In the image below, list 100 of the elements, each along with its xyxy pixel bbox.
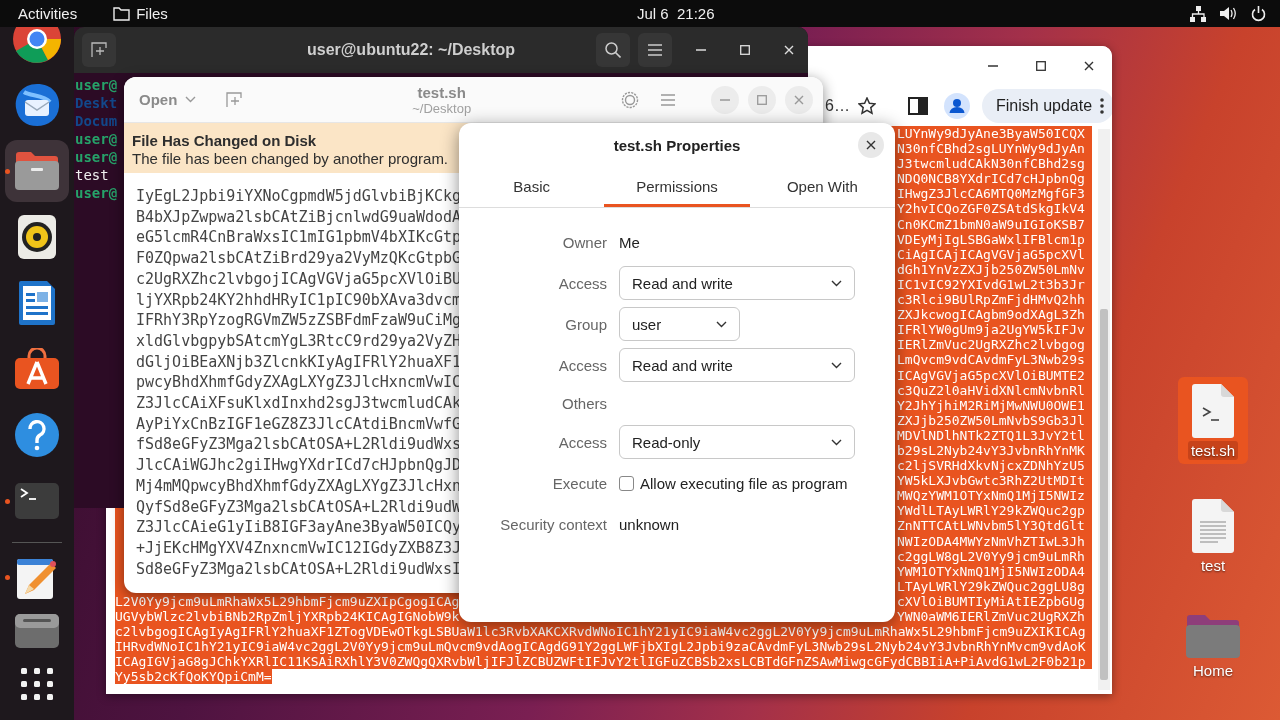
- code-line: Z3JlcCAiXFsuKlxdInxhd2sgJ3twcmludCAk: [136, 394, 462, 413]
- text-line: IFRlYW0gUm9ja2UgYW5kIFJv: [897, 322, 1086, 338]
- desktop-item[interactable]: Home: [1178, 607, 1248, 684]
- profile-icon[interactable]: [944, 92, 970, 119]
- new-tab-button[interactable]: [82, 33, 116, 67]
- text-line: c2ljSVRHdXkvNjcxZDNhYzU5: [897, 458, 1086, 474]
- text-line: c2lvbgogICAgIyAgIFRlY2huaXF1ZTogVDEwOTkgLSBUaW1lc3RvbXAKCXRvdWNoIC1hY21yIC9iaW4vc2ggL2V0Yy9jcm9uLmRhaWx5L29hbmFjcm9uZXIKICAg: [115, 624, 1087, 640]
- code-line: IFRhY3RpYzogRGVmZW5zZSBFdmFzaW9uCiMg: [136, 311, 462, 330]
- text-line: YWM1OTYxNmQ1MjI5NWIzODA4: [897, 563, 1086, 579]
- maximize-button[interactable]: [748, 85, 776, 114]
- app-menu[interactable]: Files: [136, 5, 168, 22]
- text-file-icon: [1190, 498, 1236, 554]
- speaker-icon: [18, 215, 56, 259]
- text-line: LmQvcm9vdCAvdmFyL3Nwb29s: [897, 352, 1086, 368]
- desktop-item[interactable]: test: [1178, 492, 1248, 579]
- code-line: pwcyBhdXhmfGdyZXAgLXYgZ3JlcHxncmVwIC: [136, 373, 462, 392]
- checkbox-label[interactable]: Allow executing file as program: [640, 474, 848, 492]
- dock-button[interactable]: [5, 140, 69, 202]
- text-line: Y2hvICQoZGF0ZSAtdSkgIkV4: [897, 201, 1086, 217]
- text-line: UGVybWlzc2lvbiBNb2RpZmljYXRpb24KICAgIGNobW9k: [115, 609, 461, 625]
- text-line: LUYnWy9dJyAne3ByaW50ICQX: [897, 126, 1086, 142]
- document-icon: [18, 280, 56, 326]
- text-line: ZXJjb250ZW50LmNvbS9Gb3Jl: [897, 412, 1086, 428]
- text-line: Y2JhYjhiM2RiMjMwNWU0OWE1: [897, 397, 1086, 413]
- window-title: test.sh: [417, 83, 466, 101]
- search-icon: [605, 42, 621, 58]
- checkbox[interactable]: [619, 475, 634, 491]
- close-icon[interactable]: [1084, 61, 1094, 71]
- caret-icon: [185, 96, 197, 103]
- field-label: Access: [558, 273, 607, 294]
- drive-icon: [15, 613, 59, 648]
- text-line: ZnNTTCAtLWNvbm5lY3QtdGlt: [897, 518, 1086, 534]
- network-icon[interactable]: [1190, 5, 1206, 22]
- code-line: IyEgL2Jpbi9iYXNoCgpmdW5jdGlvbiBjKCkg: [136, 187, 462, 205]
- text-line: MWQzYWM1OTYxNmQ1MjI5NWIz: [897, 488, 1086, 504]
- caret-icon: [831, 361, 842, 369]
- tab[interactable]: Basic: [459, 168, 605, 207]
- scrollbar-thumb[interactable]: [1100, 309, 1108, 680]
- text-line: N30nfCBhd2sgLUYnWy9dJyAn: [897, 141, 1086, 157]
- desktop-item[interactable]: test.sh: [1178, 377, 1248, 464]
- star-icon[interactable]: [858, 96, 876, 115]
- code-line: dGljOiBEaXNjb3ZlcnkKIyAgIFRlY2huaXF1: [136, 352, 462, 371]
- field-label: Security context: [500, 514, 607, 535]
- terminal-line: Deskt: [75, 95, 118, 111]
- search-button[interactable]: [596, 33, 630, 67]
- field-label: Owner: [562, 232, 607, 253]
- tab[interactable]: Permissions: [604, 168, 750, 207]
- folder-icon: [1185, 613, 1241, 659]
- dropdown[interactable]: Read and write: [619, 266, 855, 300]
- text-line: c3Rlci9BUlRpZmFjdHMvQ2hh: [897, 292, 1086, 308]
- menu-icon: [648, 44, 662, 56]
- maximize-icon: [757, 94, 767, 105]
- shopping-bag-icon: [14, 348, 60, 390]
- terminal-icon: [15, 483, 59, 519]
- code-line: QyfSd8eGFyZ3Mga2lsbCAtOSA+L2Rldi9udW: [136, 497, 462, 516]
- volume-icon[interactable]: [1220, 6, 1237, 21]
- close-icon: [866, 140, 876, 150]
- new-tab-icon: [91, 42, 107, 58]
- code-line: Z3JlcCAieG1yIiB8IGF3ayAne3ByaW50ICQy: [136, 518, 462, 537]
- caret-icon: [831, 438, 842, 446]
- help-icon: [14, 412, 60, 458]
- tab[interactable]: Open With: [749, 168, 895, 207]
- dialog-title: test.sh Properties: [613, 137, 741, 154]
- text-line: MDVlNDlhNTk2ZTQ1L3JvY2tl: [897, 427, 1086, 443]
- text-line: c3QuZ2l0aHVidXNlcmNvbnRl: [897, 382, 1086, 398]
- text-line: IHwgZ3JlcCA6MTQ0MzMgfGF3: [897, 186, 1086, 202]
- finish-update-button[interactable]: Finish update: [982, 88, 1112, 123]
- close-button[interactable]: [858, 132, 884, 158]
- terminal-line: user@: [75, 131, 118, 147]
- more-icon: [1100, 97, 1105, 114]
- terminal-line: test: [75, 167, 109, 183]
- side-panel-icon[interactable]: [908, 96, 928, 115]
- field-label: Access: [558, 355, 607, 376]
- close-icon: [794, 94, 804, 105]
- folder-icon: [14, 151, 60, 191]
- clock[interactable]: Jul 6 21:26: [637, 5, 715, 22]
- address-text: 6…: [825, 96, 850, 115]
- text-line: Cn0KCmZ1bmN0aW9uIGIoKSB7: [897, 216, 1086, 232]
- field-label: Access: [558, 432, 607, 453]
- code-line: +JjEKcHMgYXV4ZnxncmVwIC12IGdyZXB8Z3J: [136, 538, 462, 557]
- power-icon[interactable]: [1251, 5, 1266, 22]
- terminal-line: user@: [75, 149, 118, 165]
- dropdown[interactable]: Read-only: [619, 425, 855, 459]
- activities-button[interactable]: Activities: [18, 5, 78, 22]
- item-label: Home: [1192, 661, 1234, 680]
- code-line: Mj4mMQpwcyBhdXhmfGdyZXAgLXYgZ3JlcHxn: [136, 476, 462, 495]
- code-line: AyPiYxCnBzIGF1eGZ8Z3JlcCAtdiBncmVwfG: [136, 414, 462, 433]
- folder-icon: [113, 6, 131, 21]
- dropdown[interactable]: Read and write: [619, 348, 855, 382]
- banner-message: The file has been changed by another program.: [132, 150, 449, 167]
- dropdown[interactable]: user: [619, 307, 740, 341]
- code-line: Sd8eGFyZ3Mga2lsbCAtOSA+L2Rldi9udWxsI: [136, 559, 462, 578]
- text-line: ICAgIGVjaG8gJChkYXRlIC11KSAiRXhlY3V0ZWQgQXRvbWljIFJlZCBUZWFtIFJvY2tlIGFuZCBSb2xsLCBTdGFnZSAwMiwgcGFydCBBIiA+PiAvdG1wL2F0b21p: [115, 654, 1087, 670]
- scrollbar-track[interactable]: [1098, 129, 1110, 690]
- maximize-icon[interactable]: [1036, 61, 1046, 71]
- field-value: Me: [619, 233, 641, 251]
- menu-button[interactable]: [638, 33, 672, 67]
- gear-icon[interactable]: [621, 90, 639, 109]
- code-line: eG5lcmR4CnBraWxsIC1mIG1pbmV4bXIKcGtp: [136, 228, 462, 247]
- text-line: CiAgICAjICAgVGVjaG5pcXVl: [897, 246, 1086, 262]
